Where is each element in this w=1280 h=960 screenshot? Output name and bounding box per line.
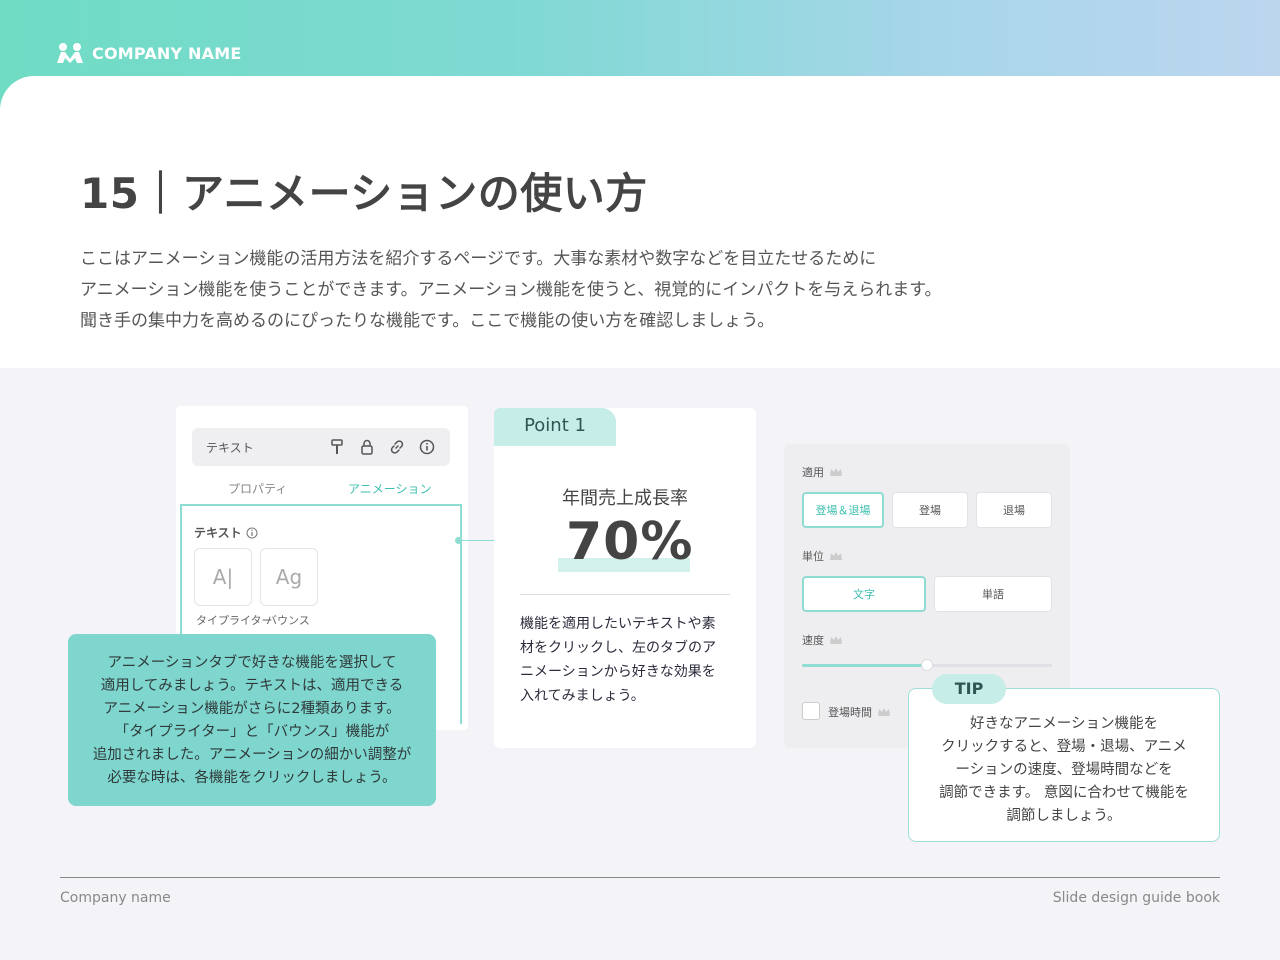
text-section-heading: テキスト <box>194 524 258 541</box>
divider <box>520 594 730 595</box>
tip-line: 好きなアニメーション機能を <box>970 716 1158 732</box>
lock-icon[interactable] <box>358 438 376 456</box>
entrance-time-checkbox[interactable] <box>802 702 820 720</box>
speed-label: 速度 <box>802 634 824 647</box>
intro-text: ここはアニメーション機能の活用方法を紹介するページです。大事な素材や数字などを目… <box>80 244 1080 337</box>
crown-icon <box>878 708 890 716</box>
element-toolbar: テキスト <box>192 428 450 466</box>
footer-divider <box>60 877 1220 878</box>
info-icon <box>246 527 258 538</box>
entrance-time-label: 登場時間 <box>828 706 872 719</box>
callout-line: アニメーション機能がさらに2種類あります。 <box>103 701 401 717</box>
point-tag: Point 1 <box>494 408 616 446</box>
crown-icon <box>830 468 842 476</box>
unit-character-button[interactable]: 文字 <box>802 576 926 612</box>
tip-tag: TIP <box>932 674 1006 704</box>
brand: COMPANY NAME <box>56 42 241 64</box>
animation-tab-callout: アニメーションタブで好きな機能を選択して 適用してみましょう。テキストは、適用で… <box>68 634 436 806</box>
tip-line: クリックすると、登場・退場、アニメ <box>941 739 1187 755</box>
bounce-label: バウンス <box>266 614 310 627</box>
unit-label-row: 単位 <box>802 548 843 564</box>
point-card: Point 1 年間売上成長率 70% 機能を適用したいテキストや素 材をクリッ… <box>494 408 756 748</box>
tip-line: 調節できます。 意図に合わせて機能を <box>939 785 1189 801</box>
point-description: 機能を適用したいテキストや素 材をクリックし、左のタブのア ニメーションから好き… <box>520 612 734 708</box>
point-desc-line: 入れてみましょう。 <box>520 688 645 704</box>
footer-company: Company name <box>60 890 171 906</box>
typewriter-label: タイプライター <box>196 614 273 627</box>
intro-line: 聞き手の集中力を高めるのにぴったりな機能です。ここで機能の使い方を確認しましょう… <box>80 311 775 331</box>
typewriter-glyph: A| <box>212 565 234 589</box>
point-value: 70% <box>566 512 694 572</box>
point-desc-line: ニメーションから好きな効果を <box>520 664 716 680</box>
intro-line: ここはアニメーション機能の活用方法を紹介するページです。大事な素材や数字などを目… <box>80 249 877 269</box>
typewriter-effect-card[interactable]: A| <box>194 548 252 606</box>
intro-line: アニメーション機能を使うことができます。アニメーション機能を使うと、視覚的にイン… <box>80 280 942 300</box>
apply-enter-button[interactable]: 登場 <box>892 492 968 528</box>
point-desc-line: 機能を適用したいテキストや素 <box>520 616 716 632</box>
text-section-label: テキスト <box>194 526 242 540</box>
speed-slider-handle[interactable] <box>921 659 933 671</box>
callout-line: 追加されました。アニメーションの細かい調整が <box>92 747 412 763</box>
tab-animation[interactable]: アニメーション <box>348 480 432 497</box>
callout-line: アニメーションタブで好きな機能を選択して <box>107 655 397 671</box>
info-icon[interactable] <box>418 438 436 456</box>
apply-exit-button[interactable]: 退場 <box>976 492 1052 528</box>
toolbar-label: テキスト <box>206 441 254 455</box>
paint-roller-icon[interactable] <box>328 438 346 456</box>
link-icon[interactable] <box>388 438 406 456</box>
point-desc-line: 材をクリックし、左のタブのア <box>520 640 716 656</box>
speed-label-row: 速度 <box>802 632 843 648</box>
callout-line: 適用してみましょう。テキストは、適用できる <box>100 678 404 694</box>
footer-title: Slide design guide book <box>1052 890 1220 906</box>
callout-line: 「タイプライター」と「バウンス」機能が <box>114 724 390 740</box>
point-subtitle: 年間売上成長率 <box>562 488 688 509</box>
apply-label-row: 適用 <box>802 464 843 480</box>
page-title: 15｜アニメーションの使い方 <box>80 169 648 218</box>
apply-enter-exit-button[interactable]: 登場＆退場 <box>802 492 884 528</box>
company-logo-icon <box>57 43 83 63</box>
bounce-effect-card[interactable]: Ag <box>260 548 318 606</box>
bounce-glyph: Ag <box>275 565 303 589</box>
tip-box: 好きなアニメーション機能を クリックすると、登場・退場、アニメ ーションの速度、… <box>908 688 1220 842</box>
tip-line: ーションの速度、登場時間などを <box>955 762 1173 778</box>
speed-slider-fill <box>802 664 927 667</box>
brand-name: COMPANY NAME <box>92 43 242 63</box>
unit-word-button[interactable]: 単語 <box>934 576 1052 612</box>
panel-tabs: プロパティ アニメーション <box>176 476 468 504</box>
tab-properties[interactable]: プロパティ <box>228 480 287 497</box>
connector-dot <box>455 537 462 544</box>
callout-line: 必要な時は、各機能をクリックしましょう。 <box>107 770 397 786</box>
tip-line: 調節しましょう。 <box>1006 808 1122 824</box>
entrance-time-row: 登場時間 <box>828 704 891 720</box>
crown-icon <box>830 552 842 560</box>
unit-label: 単位 <box>802 550 824 563</box>
crown-icon <box>830 636 842 644</box>
apply-label: 適用 <box>802 466 824 479</box>
